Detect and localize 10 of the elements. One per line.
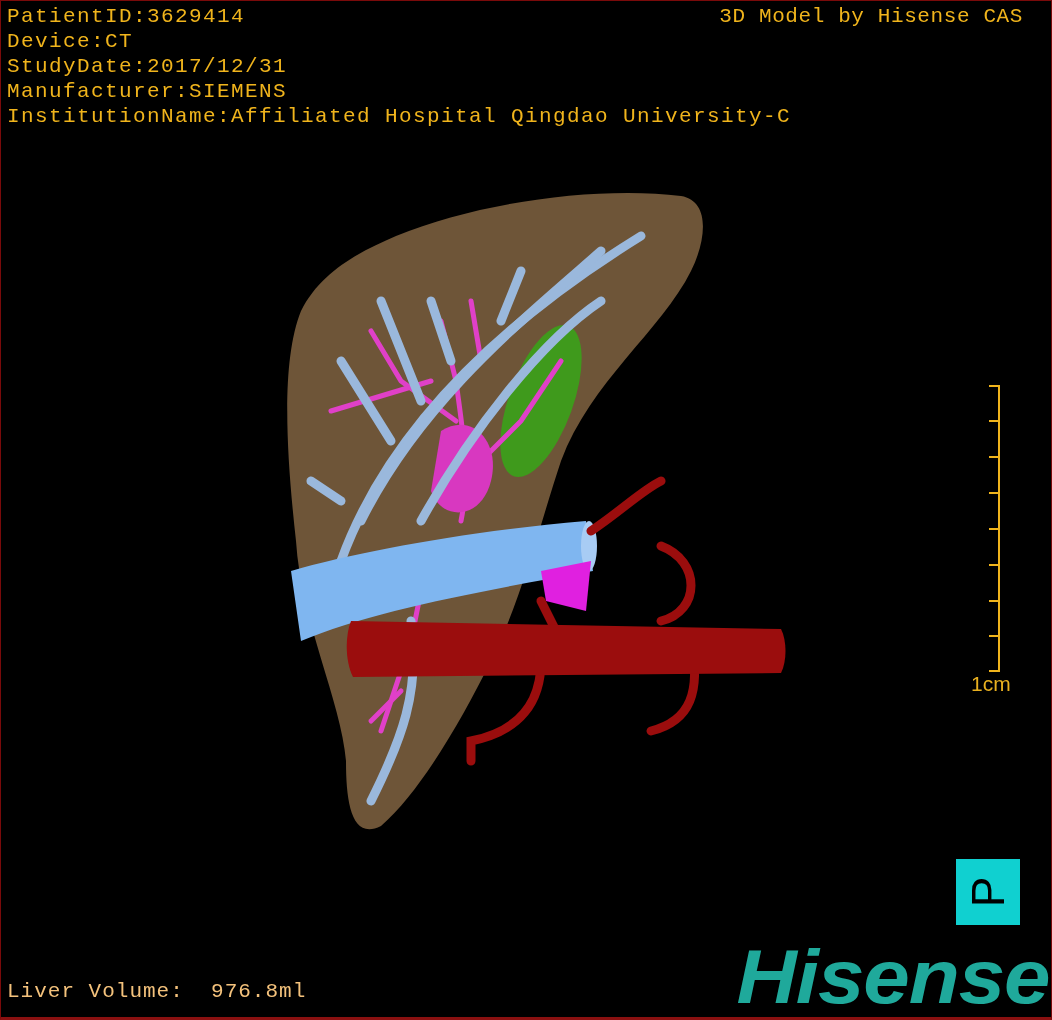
info-line: StudyDate:2017/12/31 [7,54,288,79]
liver-volume-text: Liver Volume: 976.8ml [7,979,307,1005]
logo: Hisense [736,937,1049,1017]
info-line: PatientID:3629414 [7,4,246,29]
model-credit-text: 3D Model by Hisense CAS [719,4,1023,29]
info-line: InstitutionName:Affiliated Hospital Qingdao University-C [7,104,792,129]
orientation-marker[interactable]: P [956,859,1020,925]
info-line: Manufacturer:SIEMENS [7,79,288,104]
info-line: Device:CT [7,29,134,54]
scale-label: 1cm [971,671,1011,697]
